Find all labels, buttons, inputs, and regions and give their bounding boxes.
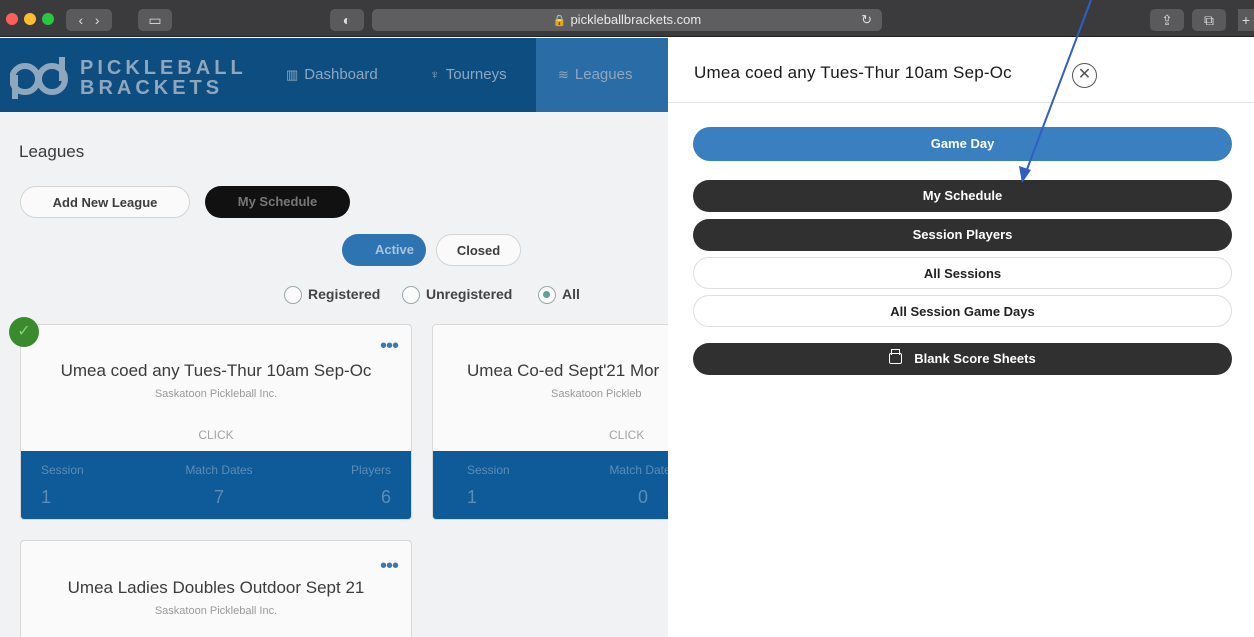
browser-toolbar: ‹ › ▭ ◐ 🔒 pickleballbrackets.com ↻ ⇪ ⧉ +	[0, 0, 1254, 37]
more-options-icon[interactable]: •••	[380, 556, 399, 576]
stat-value: 1	[41, 487, 52, 507]
stat-match-dates: Match Dates 7	[169, 463, 269, 508]
league-card[interactable]: ••• Umea Ladies Doubles Outdoor Sept 21 …	[20, 540, 412, 637]
nav-tourneys[interactable]: ♆ Tourneys	[408, 38, 529, 112]
close-icon[interactable]: ✕	[1072, 63, 1097, 88]
my-schedule-button[interactable]: My Schedule	[693, 180, 1232, 212]
league-click-hint[interactable]: CLICK	[609, 428, 644, 442]
tabs-overview-icon[interactable]: ⧉	[1192, 9, 1226, 31]
address-bar[interactable]: 🔒 pickleballbrackets.com ↻	[372, 9, 882, 31]
radio-all[interactable]: All	[538, 286, 580, 305]
chart-icon: ▥	[286, 67, 299, 82]
filter-active-button[interactable]: Active	[342, 234, 426, 266]
radio-circle[interactable]	[402, 286, 420, 305]
more-options-icon[interactable]: •••	[380, 336, 399, 356]
stat-label: Session	[467, 463, 510, 477]
league-title: Umea Ladies Doubles Outdoor Sept 21	[67, 578, 365, 597]
stat-label: Match Dates	[185, 463, 253, 477]
stat-session: Session 1	[41, 463, 84, 508]
logo-line-2: BRACKETS	[80, 77, 224, 99]
layers-icon: ≋	[558, 67, 569, 82]
panel-header: Umea coed any Tues-Thur 10am Sep-Oc ✕	[668, 38, 1254, 103]
league-click-hint[interactable]: CLICK	[21, 428, 411, 442]
radio-circle[interactable]	[284, 286, 302, 305]
league-card[interactable]: ••• Umea coed any Tues-Thur 10am Sep-Oc …	[20, 324, 412, 520]
sidebar-toggle-icon[interactable]: ▭	[138, 9, 172, 31]
new-tab-icon[interactable]: +	[1238, 9, 1254, 31]
chevron-left-icon[interactable]: ‹	[78, 12, 83, 28]
stat-players: Players 6	[351, 463, 391, 508]
all-session-game-days-button[interactable]: All Session Game Days	[693, 295, 1232, 327]
stat-label: Session	[41, 463, 84, 477]
league-organizer: Saskatoon Pickleball Inc.	[154, 388, 278, 400]
pb-logo-icon[interactable]	[10, 53, 68, 99]
radio-unregistered[interactable]: Unregistered	[402, 286, 513, 305]
nav-leagues[interactable]: ≋ Leagues	[536, 38, 668, 112]
nav-dashboard[interactable]: ▥ Dashboard	[264, 38, 400, 112]
panel-title: Umea coed any Tues-Thur 10am Sep-Oc	[694, 63, 1012, 82]
league-organizer: Saskatoon Pickleb	[551, 388, 642, 400]
stat-value: 7	[213, 487, 224, 507]
reload-icon[interactable]: ↻	[861, 9, 872, 31]
league-stats-bar: Session 1 Match Dates 7 Players 6	[21, 451, 411, 519]
league-actions-panel: Umea coed any Tues-Thur 10am Sep-Oc ✕ Ga…	[668, 38, 1254, 637]
page-title: Leagues	[19, 142, 85, 161]
all-sessions-button[interactable]: All Sessions	[693, 257, 1232, 289]
logo-line-1: PICKLEBALL	[80, 57, 247, 79]
my-schedule-button[interactable]: My Schedule	[205, 186, 350, 218]
radio-label: All	[562, 286, 580, 302]
leagues-page: Leagues Add New League My Schedule Activ…	[0, 112, 824, 637]
zoom-window-button[interactable]	[42, 13, 54, 25]
league-organizer: Saskatoon Pickleball Inc.	[154, 605, 278, 617]
blank-score-sheets-button[interactable]: Blank Score Sheets	[693, 343, 1232, 375]
chevron-right-icon[interactable]: ›	[95, 12, 100, 28]
url-text: pickleballbrackets.com	[570, 12, 702, 27]
nav-label: Leagues	[574, 66, 633, 83]
share-icon[interactable]: ⇪	[1150, 9, 1184, 31]
brand-logo-text[interactable]: PICKLEBALL BRACKETS	[80, 58, 247, 98]
stat-value: 1	[467, 487, 478, 507]
stat-session: Session 1	[467, 463, 510, 508]
session-players-button[interactable]: Session Players	[693, 219, 1232, 251]
radio-circle-selected[interactable]	[538, 286, 556, 305]
nav-label: Tourneys	[445, 66, 507, 83]
radio-label: Registered	[308, 286, 381, 302]
privacy-shield-icon[interactable]: ◐	[330, 9, 364, 31]
printer-icon	[889, 349, 903, 364]
trophy-icon: ♆	[430, 67, 440, 82]
league-title: Umea coed any Tues-Thur 10am Sep-Oc	[60, 361, 372, 380]
stat-value: 6	[380, 487, 391, 507]
close-window-button[interactable]	[6, 13, 18, 25]
app-header: PICKLEBALL BRACKETS ▥ Dashboard ♆ Tourneys…	[0, 38, 668, 112]
minimize-window-button[interactable]	[24, 13, 36, 25]
game-day-button[interactable]: Game Day	[693, 127, 1232, 161]
radio-label: Unregistered	[426, 286, 513, 302]
button-label: Blank Score Sheets	[914, 351, 1036, 366]
filter-closed-button[interactable]: Closed	[436, 234, 521, 266]
stat-label: Players	[350, 463, 391, 477]
league-title: Umea Co-ed Sept'21 Mor	[467, 361, 660, 380]
nav-label: Dashboard	[304, 66, 378, 83]
back-forward-buttons[interactable]: ‹ ›	[66, 9, 112, 31]
lock-icon: 🔒	[552, 15, 567, 27]
registered-check-icon: ✓	[9, 317, 39, 347]
radio-registered[interactable]: Registered	[284, 286, 381, 305]
add-new-league-button[interactable]: Add New League	[20, 186, 190, 218]
